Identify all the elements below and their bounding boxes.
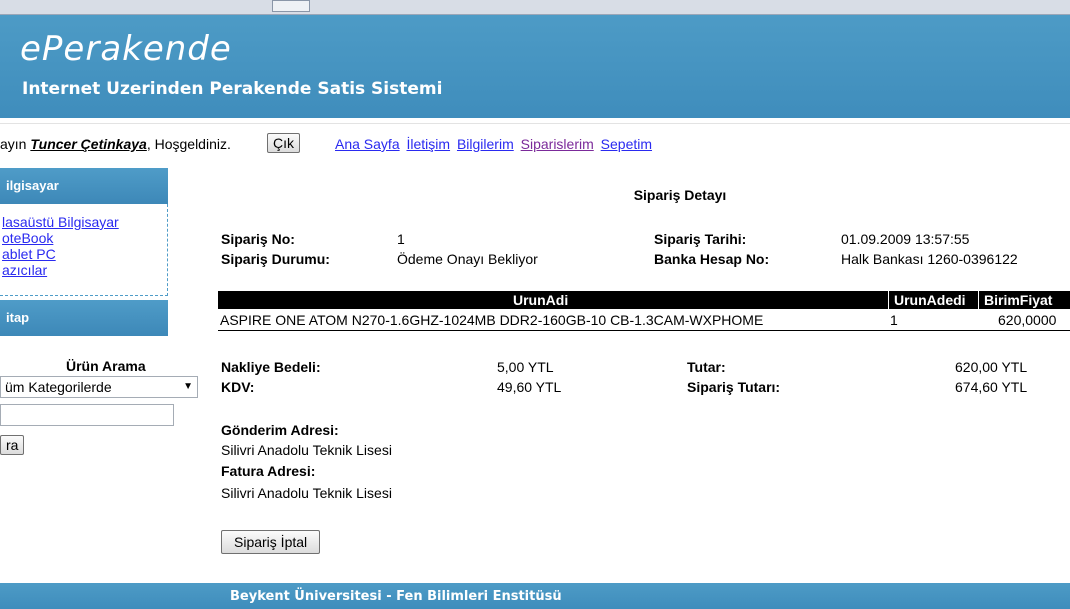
shipping-address-value: Silivri Anadolu Teknik Lisesi bbox=[221, 442, 392, 458]
billing-address-value: Silivri Anadolu Teknik Lisesi bbox=[221, 485, 392, 501]
sidebar-category-header-computer[interactable]: ilgisayar bbox=[0, 168, 168, 204]
sidebar-item-tablet[interactable]: ablet PC bbox=[2, 246, 167, 262]
order-items-table-header: UrunAdi UrunAdedi BirimFiyat bbox=[218, 291, 1070, 309]
site-footer: Beykent Üniversitesi - Fen Bilimleri Ens… bbox=[0, 583, 1070, 609]
bank-account-label: Banka Hesap No: bbox=[654, 251, 770, 267]
dropdown-arrow-icon: ▼ bbox=[183, 381, 193, 392]
toolbar-box bbox=[272, 0, 310, 12]
column-divider bbox=[978, 291, 979, 309]
shipping-cost-value: 5,00 YTL bbox=[497, 359, 554, 375]
order-total-label: Sipariş Tutarı: bbox=[687, 379, 781, 395]
order-status-label: Sipariş Durumu: bbox=[221, 251, 330, 267]
order-date-value: 01.09.2009 13:57:55 bbox=[841, 231, 970, 247]
shipping-address-label: Gönderim Adresi: bbox=[221, 422, 339, 438]
kdv-label: KDV: bbox=[221, 379, 255, 395]
sidebar-category-header-book[interactable]: itap bbox=[0, 300, 168, 336]
nav-link-my-orders[interactable]: Siparislerim bbox=[521, 136, 594, 152]
browser-toolbar-strip bbox=[0, 0, 1070, 15]
logout-button[interactable]: Çık bbox=[267, 133, 300, 153]
user-name-link[interactable]: Tuncer Çetinkaya bbox=[30, 136, 146, 152]
bank-account-value: Halk Bankası 1260-0396122 bbox=[841, 251, 1018, 267]
kdv-value: 49,60 YTL bbox=[497, 379, 562, 395]
amount-label: Tutar: bbox=[687, 359, 726, 375]
order-date-label: Sipariş Tarihi: bbox=[654, 231, 747, 247]
product-search-title: Ürün Arama bbox=[66, 358, 146, 374]
sidebar-item-notebook[interactable]: oteBook bbox=[2, 230, 167, 246]
nav-link-contact[interactable]: İletişim bbox=[407, 136, 451, 152]
billing-address-label: Fatura Adresi: bbox=[221, 463, 316, 479]
shipping-cost-label: Nakliye Bedeli: bbox=[221, 359, 321, 375]
site-header: ePerakende Internet Uzerinden Perakende … bbox=[0, 15, 1070, 118]
greeting-suffix: , Hoşgeldiniz. bbox=[146, 136, 231, 152]
order-total-value: 674,60 YTL bbox=[955, 379, 1028, 395]
nav-link-cart[interactable]: Sepetim bbox=[601, 136, 652, 152]
search-input[interactable] bbox=[0, 404, 174, 426]
footer-text: Beykent Üniversitesi - Fen Bilimleri Ens… bbox=[230, 589, 562, 604]
welcome-message: ayın Tuncer Çetinkaya, Hoşgeldiniz. bbox=[0, 136, 231, 152]
main-nav: Ana Sayfa İletişim Bilgilerim Siparisler… bbox=[335, 136, 655, 152]
table-row: ASPIRE ONE ATOM N270-1.6GHZ-1024MB DDR2-… bbox=[218, 310, 1070, 331]
sidebar-category-list: lasaüstü Bilgisayar oteBook ablet PC azı… bbox=[0, 204, 168, 296]
site-logo-text: ePerakende bbox=[20, 29, 232, 69]
nav-link-home[interactable]: Ana Sayfa bbox=[335, 136, 400, 152]
cell-quantity: 1 bbox=[890, 312, 898, 328]
order-status-value: Ödeme Onayı Bekliyor bbox=[397, 251, 538, 267]
cancel-order-button[interactable]: Sipariş İptal bbox=[221, 530, 321, 554]
cell-unit-price: 620,0000 bbox=[998, 312, 1057, 328]
search-category-value: üm Kategorilerde bbox=[5, 379, 112, 395]
order-detail-title: Sipariş Detayı bbox=[633, 187, 727, 203]
sidebar-item-desktop[interactable]: lasaüstü Bilgisayar bbox=[2, 214, 167, 230]
order-no-value: 1 bbox=[397, 231, 405, 247]
column-header-product-name: UrunAdi bbox=[513, 292, 569, 308]
column-header-quantity: UrunAdedi bbox=[894, 292, 966, 308]
column-header-unit-price: BirimFiyat bbox=[984, 292, 1053, 308]
order-no-label: Sipariş No: bbox=[221, 231, 295, 247]
nav-link-my-info[interactable]: Bilgilerim bbox=[457, 136, 514, 152]
amount-value: 620,00 YTL bbox=[955, 359, 1028, 375]
column-divider bbox=[888, 291, 889, 309]
greeting-prefix: ayın bbox=[0, 136, 31, 152]
header-divider bbox=[0, 123, 1070, 124]
search-button[interactable]: ra bbox=[0, 435, 25, 455]
sidebar-item-printers[interactable]: azıcılar bbox=[2, 262, 167, 278]
cell-product-name: ASPIRE ONE ATOM N270-1.6GHZ-1024MB DDR2-… bbox=[220, 312, 764, 328]
site-tagline: Internet Uzerinden Perakende Satis Siste… bbox=[22, 79, 443, 99]
search-category-select[interactable]: üm Kategorilerde ▼ bbox=[0, 376, 198, 398]
